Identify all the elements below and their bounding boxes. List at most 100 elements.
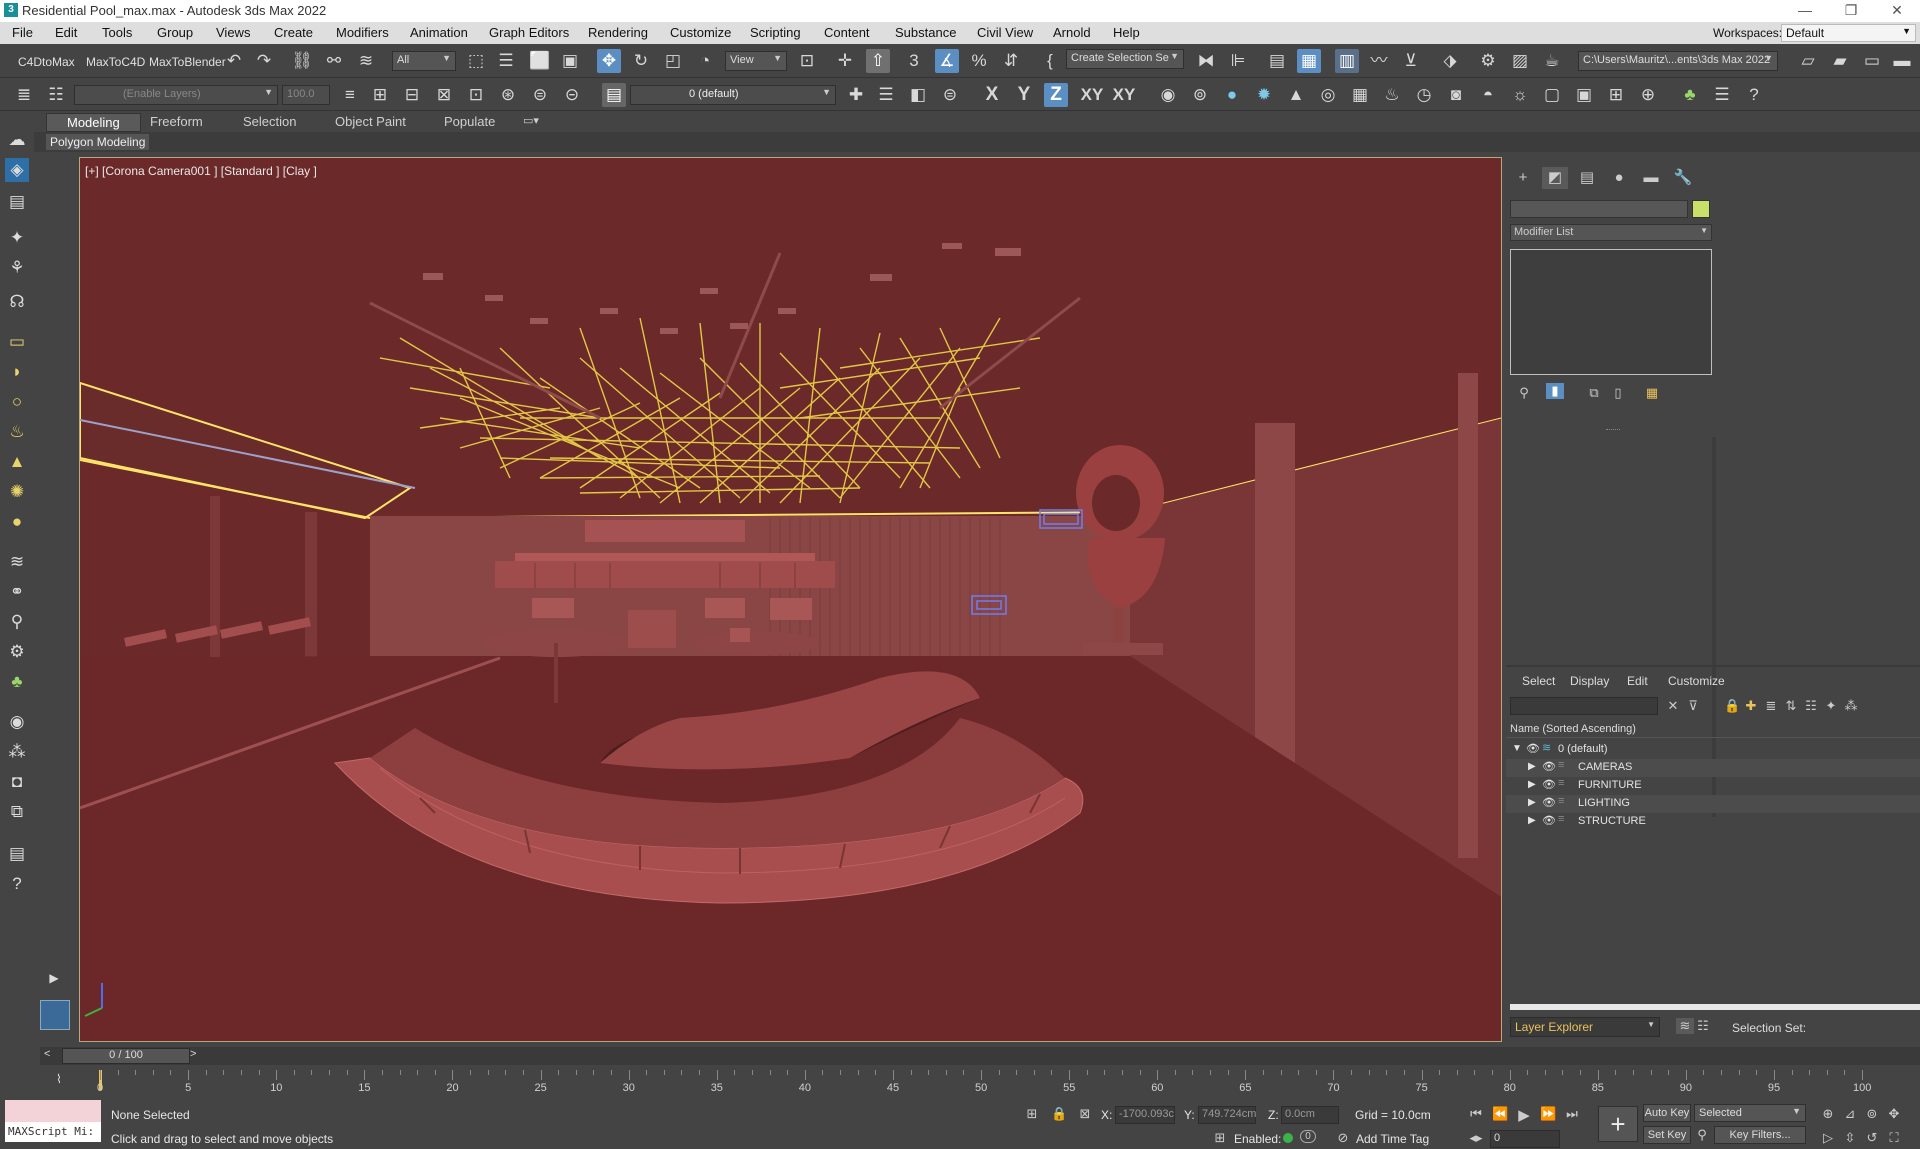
auto-key-button[interactable]: Auto Key [1643, 1104, 1691, 1122]
z-coordinate-field[interactable]: 0.0cm [1281, 1106, 1339, 1124]
menu-scripting[interactable]: Scripting [750, 25, 801, 40]
polygon-modeling-label[interactable]: Polygon Modeling [46, 134, 150, 150]
sun-light-icon[interactable]: ✹ [1252, 83, 1276, 107]
axis-xy-button[interactable]: XY [1076, 83, 1108, 107]
select-children-icon[interactable]: ⁂ [1844, 698, 1858, 714]
add-time-tag[interactable]: Add Time Tag [1356, 1132, 1429, 1146]
menu-file[interactable]: File [12, 25, 33, 40]
set-current-layer-icon[interactable]: ◧ [906, 83, 930, 107]
time-prev-icon[interactable]: < [44, 1048, 50, 1060]
select-and-move-icon[interactable]: ✥ [597, 49, 621, 73]
key-filters-icon[interactable]: ⚲ [1694, 1127, 1710, 1143]
curve-editor-icon[interactable]: 〰 [1367, 49, 1391, 73]
graphite-icon[interactable]: ≋ [5, 550, 29, 574]
spot-light-icon[interactable]: ▲ [1284, 83, 1308, 107]
layer-icon-2[interactable]: ⊞ [368, 83, 392, 107]
physical-camera-icon[interactable]: ⊚ [1188, 83, 1212, 107]
render-elements-icon[interactable]: ◎ [1316, 83, 1340, 107]
scene-explorer-mode-icon[interactable]: ☷ [1696, 1018, 1710, 1034]
snaps-toggle-icon[interactable]: 3 [902, 49, 926, 73]
project-icon-2[interactable]: ▰ [1828, 49, 1852, 73]
explorer-tab-edit[interactable]: Edit [1627, 674, 1648, 688]
eye-icon[interactable]: 👁 [1542, 760, 1556, 773]
key-mode-toggle-icon[interactable]: ◂▸ [1468, 1130, 1484, 1146]
redo-icon[interactable]: ↷ [252, 49, 276, 73]
project-folder-dropdown[interactable]: C:\Users\Mauritz\...ents\3ds Max 2022 ▼ [1578, 51, 1778, 71]
dolly-icon[interactable]: ⇳ [1842, 1130, 1858, 1146]
frame-zero-icon[interactable]: 0 [1300, 1130, 1316, 1143]
layer-row-cameras[interactable]: ▶ 👁 ≡ CAMERAS [1506, 759, 1920, 777]
corona-vfb-icon[interactable]: ▣ [1572, 83, 1596, 107]
show-end-result-icon[interactable]: ▮ [1546, 383, 1564, 399]
perspective-viewport[interactable]: [+] [Corona Camera001 ] [Standard ] [Cla… [79, 157, 1502, 1042]
isolate-selection-icon[interactable]: ⊞ [1025, 1106, 1039, 1122]
close-button[interactable]: ✕ [1874, 0, 1920, 22]
add-layer-icon[interactable]: ≡ [338, 83, 362, 107]
project-icon-4[interactable]: ▬ [1890, 49, 1914, 73]
track-bar[interactable]: ⌇ 0 5 10 15 20 25 30 35 40 45 50 55 60 65 70 75 80 85 90 95… [40, 1068, 1920, 1094]
layer-manager-icon[interactable]: ☷ [44, 83, 68, 107]
modify-icon[interactable]: ▤ [5, 190, 29, 214]
menu-group[interactable]: Group [157, 25, 193, 40]
modify-tab-icon[interactable]: ◩ [1542, 167, 1568, 189]
motion-tab-icon[interactable]: ● [1606, 167, 1632, 189]
create-selection-set-dropdown[interactable]: Create Selection Se ▼ [1066, 49, 1184, 69]
toggle-scene-explorer-icon[interactable]: ▤ [1265, 49, 1289, 73]
lightmix-icon[interactable]: ♨ [1380, 83, 1404, 107]
unlink-icon[interactable]: ⚯ [322, 49, 346, 73]
y-coordinate-field[interactable]: 749.724cm [1198, 1106, 1256, 1124]
menu-tools[interactable]: Tools [102, 25, 132, 40]
explorer-tab-select[interactable]: Select [1522, 674, 1555, 688]
eye-icon[interactable]: 👁 [1526, 742, 1540, 755]
explorer-scrollbar[interactable] [1510, 1004, 1920, 1010]
compound-icon[interactable]: ⁂ [5, 740, 29, 764]
hierarchy-icon[interactable]: ✦ [5, 226, 29, 250]
menu-views[interactable]: Views [216, 25, 250, 40]
menu-edit[interactable]: Edit [55, 25, 77, 40]
add-to-layer-icon[interactable]: ✚ [844, 83, 868, 107]
viewport-label[interactable]: [+] [Corona Camera001 ] [Standard ] [Cla… [85, 164, 317, 178]
link-icon[interactable]: ⛓ [290, 49, 314, 73]
expand-icon[interactable]: ▶ [1528, 779, 1536, 790]
time-next-icon[interactable]: > [190, 1048, 196, 1060]
corona-sun-icon[interactable]: ⊕ [1636, 83, 1660, 107]
layer-icon-5[interactable]: ⊡ [464, 83, 488, 107]
absolute-transform-icon[interactable]: ⊠ [1078, 1106, 1092, 1122]
ribbon-options-icon[interactable]: ▭▾ [523, 114, 539, 127]
axis-y-button[interactable]: Y [1012, 83, 1036, 107]
create-icon[interactable]: ◈ [5, 158, 29, 182]
select-by-name-icon[interactable]: ☰ [494, 49, 518, 73]
scatter-icon[interactable]: ♣ [1678, 83, 1702, 107]
undo-icon[interactable]: ↶ [222, 49, 246, 73]
selection-lock-icon[interactable]: 🔒 [1051, 1106, 1067, 1122]
axis-x-button[interactable]: X [980, 83, 1004, 107]
plugin-maxtoc4d[interactable]: MaxToC4D [86, 55, 145, 69]
corona-material-icon[interactable]: ◙ [1444, 83, 1468, 107]
document-icon[interactable]: ▤ [5, 842, 29, 866]
cone-icon[interactable]: ▲ [5, 450, 29, 474]
layer-icon-7[interactable]: ⊜ [528, 83, 552, 107]
reference-coordinate-dropdown[interactable]: View ▼ [725, 51, 787, 71]
tab-modeling[interactable]: Modeling [46, 113, 141, 132]
mirror-icon[interactable]: ⧓ [1194, 49, 1218, 73]
box-icon[interactable]: ▭ [5, 330, 29, 354]
render-setup-icon[interactable]: ⚙ [1476, 49, 1500, 73]
filter-icon[interactable]: ⊽ [1686, 698, 1700, 714]
axis-z-button[interactable]: Z [1044, 83, 1068, 107]
explorer-type-dropdown[interactable]: Layer Explorer ▼ [1510, 1017, 1660, 1037]
layer-row-lighting[interactable]: ▶ 👁 ≡ LIGHTING [1506, 795, 1920, 813]
window-crossing-icon[interactable]: ▣ [558, 49, 582, 73]
viewport-preview-icon[interactable] [40, 1000, 70, 1030]
go-to-end-icon[interactable]: ⏭ [1564, 1106, 1580, 1122]
layer-icon-3[interactable]: ⊟ [400, 83, 424, 107]
x-coordinate-field[interactable]: -1700.093c [1115, 1106, 1175, 1124]
walk-through-icon[interactable]: ▷ [1820, 1130, 1836, 1146]
layer-icon-8[interactable]: ⊝ [560, 83, 584, 107]
utilities-tab-icon[interactable]: 🔧 [1670, 167, 1696, 189]
menu-help[interactable]: Help [1113, 25, 1140, 40]
toggle-ribbon-icon[interactable]: ▥ [1335, 49, 1359, 73]
select-object-icon[interactable]: ⬚ [464, 49, 488, 73]
create-tab-icon[interactable]: + [1510, 167, 1536, 189]
curve-mini-icon[interactable]: ⌇ [56, 1072, 62, 1086]
adaptive-degradation-icon[interactable]: ⊞ [1212, 1130, 1228, 1146]
